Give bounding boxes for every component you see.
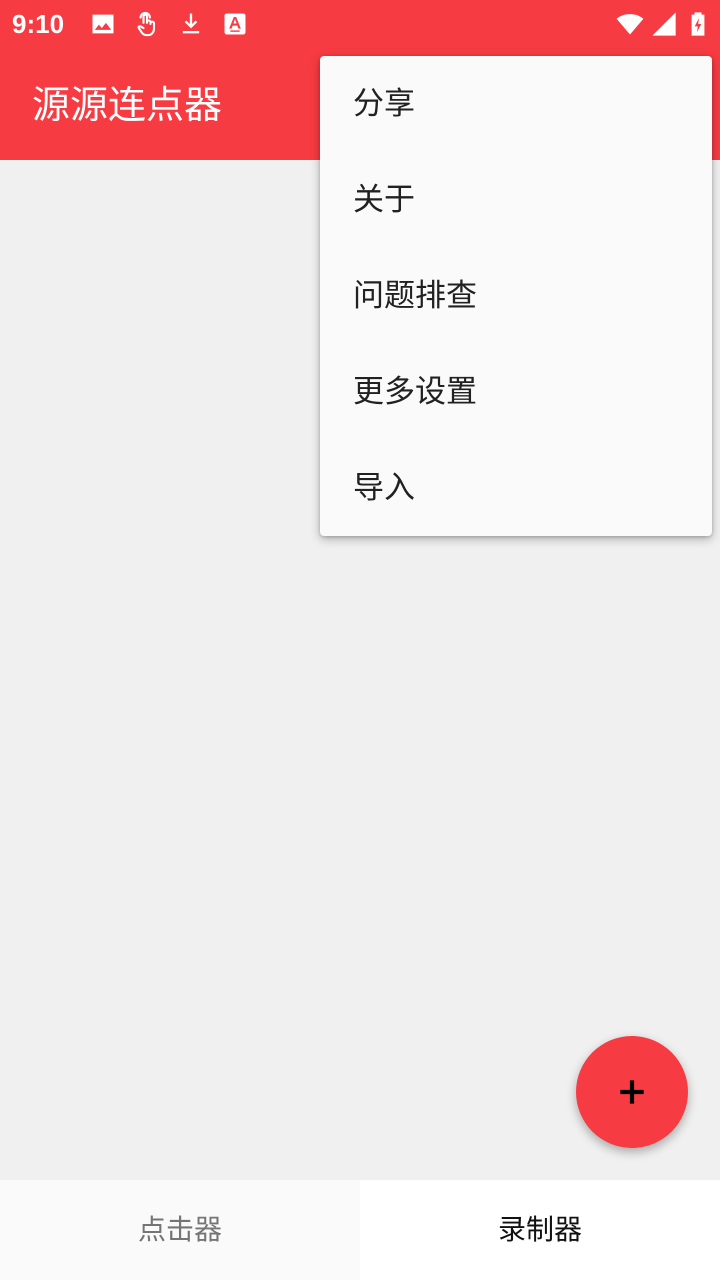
menu-item-label: 关于 bbox=[353, 182, 415, 218]
touch-icon bbox=[133, 10, 161, 38]
menu-item-more-settings[interactable]: 更多设置 bbox=[320, 344, 712, 440]
wifi-icon bbox=[616, 10, 644, 38]
overflow-menu: 分享 关于 问题排查 更多设置 导入 bbox=[320, 56, 712, 536]
tab-clicker[interactable]: 点击器 bbox=[0, 1180, 360, 1280]
tab-recorder[interactable]: 录制器 bbox=[360, 1180, 720, 1280]
status-time: 9:10 bbox=[12, 9, 65, 39]
plus-icon bbox=[620, 1080, 644, 1104]
image-icon bbox=[89, 10, 117, 38]
menu-item-about[interactable]: 关于 bbox=[320, 152, 712, 248]
menu-item-import[interactable]: 导入 bbox=[320, 440, 712, 536]
menu-item-share[interactable]: 分享 bbox=[320, 56, 712, 152]
tab-label: 录制器 bbox=[497, 1213, 582, 1246]
add-button[interactable] bbox=[576, 1036, 688, 1148]
bottom-nav: 点击器 录制器 bbox=[0, 1180, 720, 1280]
menu-item-label: 更多设置 bbox=[353, 374, 477, 410]
app-title: 源源连点器 bbox=[32, 83, 223, 127]
cell-signal-icon bbox=[650, 10, 678, 38]
battery-charging-icon bbox=[684, 10, 712, 38]
tab-label: 点击器 bbox=[137, 1213, 222, 1246]
menu-item-label: 问题排查 bbox=[353, 278, 477, 314]
download-icon bbox=[177, 10, 205, 38]
menu-item-label: 分享 bbox=[353, 86, 415, 122]
menu-item-troubleshoot[interactable]: 问题排查 bbox=[320, 248, 712, 344]
status-bar: 9:10 bbox=[0, 0, 720, 48]
keyboard-a-icon bbox=[221, 10, 249, 38]
menu-item-label: 导入 bbox=[353, 470, 415, 506]
